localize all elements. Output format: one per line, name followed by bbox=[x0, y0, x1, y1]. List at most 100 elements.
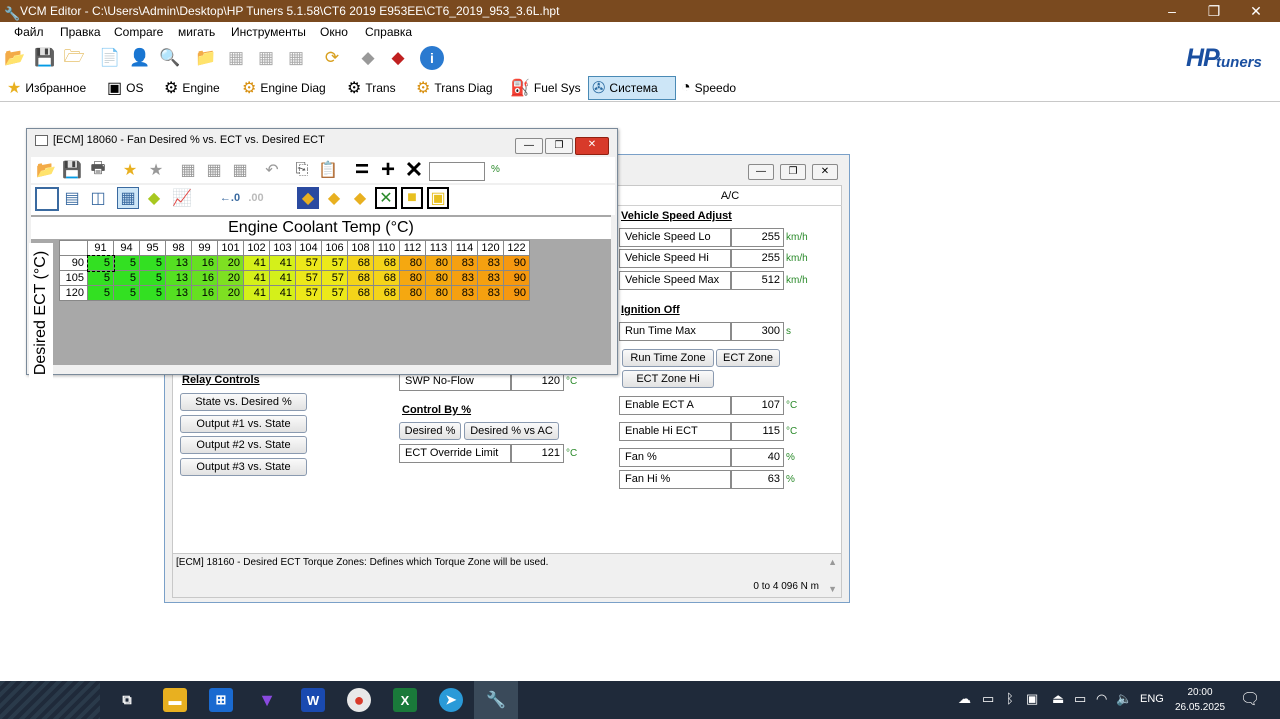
tab-system[interactable]: ✇ Система bbox=[588, 76, 676, 100]
wifi-icon[interactable]: ◠ bbox=[1096, 691, 1107, 707]
graph-icon[interactable]: 📈 bbox=[171, 187, 193, 209]
tab-engine[interactable]: ⚙ Engine bbox=[161, 76, 223, 100]
run-time-max-value[interactable]: 300 bbox=[731, 322, 784, 341]
fan-percent-value[interactable]: 40 bbox=[731, 448, 784, 467]
undo-icon[interactable]: ↶ bbox=[261, 159, 283, 181]
tab-engine-diag[interactable]: ⚙ Engine Diag bbox=[239, 76, 329, 100]
equals-icon[interactable]: = bbox=[351, 156, 373, 183]
table-cell[interactable]: 80 bbox=[399, 255, 426, 271]
table-cell[interactable]: 80 bbox=[425, 285, 452, 301]
run-time-zone-button[interactable]: Run Time Zone bbox=[622, 349, 714, 367]
table-cell[interactable]: 41 bbox=[269, 270, 296, 286]
row-header[interactable]: 90 bbox=[59, 255, 88, 271]
view-vertical-split-icon[interactable]: ◫ bbox=[87, 187, 109, 209]
taskbar-widget[interactable] bbox=[0, 681, 100, 719]
table-cell[interactable]: 83 bbox=[477, 255, 504, 271]
view-single-icon[interactable] bbox=[35, 187, 59, 211]
table-cell[interactable]: 68 bbox=[347, 255, 374, 271]
tab-speedo[interactable]: ◔ Speedo bbox=[678, 76, 739, 100]
file-info-icon[interactable]: 📄 bbox=[98, 46, 122, 70]
table-cell[interactable]: 57 bbox=[295, 270, 322, 286]
output-3-vs-state-button[interactable]: Output #3 vs. State bbox=[180, 458, 307, 476]
save-icon[interactable]: 💾 bbox=[33, 46, 57, 70]
scroll-down-icon[interactable]: ▼ bbox=[828, 584, 837, 594]
desired-percent-vs-ac-button[interactable]: Desired % vs AC bbox=[464, 422, 559, 440]
battery-icon[interactable]: ▭ bbox=[1074, 691, 1086, 707]
table-cell[interactable]: 68 bbox=[347, 270, 374, 286]
table-close-button[interactable]: ✕ bbox=[575, 137, 609, 155]
table-view-icon[interactable]: ▦ bbox=[117, 187, 139, 209]
user-info-icon[interactable]: 👤 bbox=[128, 46, 152, 70]
open-icon[interactable]: 📂 bbox=[35, 159, 57, 181]
store-icon[interactable]: ⊞ bbox=[209, 688, 233, 712]
tab-fuel-sys[interactable]: ⛽ Fuel Sys bbox=[507, 76, 584, 100]
table-cell[interactable]: 5 bbox=[87, 270, 114, 286]
file-search-icon[interactable]: 🔍 bbox=[158, 46, 182, 70]
ect-override-limit-value[interactable]: 121 bbox=[511, 444, 564, 463]
column-header[interactable]: 106 bbox=[321, 240, 348, 256]
tab-trans-diag[interactable]: ⚙ Trans Diag bbox=[413, 76, 496, 100]
bluetooth-icon[interactable]: ᛒ bbox=[1006, 691, 1014, 706]
copy-icon[interactable]: ⎘ bbox=[291, 159, 313, 181]
monitor-icon[interactable]: ▭ bbox=[982, 691, 994, 707]
system-close-button[interactable]: ✕ bbox=[812, 164, 838, 180]
fan-hi-percent-value[interactable]: 63 bbox=[731, 470, 784, 489]
table-cell[interactable]: 57 bbox=[321, 270, 348, 286]
new-folder-icon[interactable]: 📁 bbox=[194, 46, 218, 70]
add-favorite-icon[interactable]: ★ bbox=[119, 159, 141, 181]
refresh-icon[interactable]: ⟳ bbox=[320, 46, 344, 70]
enable-ect-a-value[interactable]: 107 bbox=[731, 396, 784, 415]
table-cell[interactable]: 68 bbox=[347, 285, 374, 301]
table-cell[interactable]: 68 bbox=[373, 255, 400, 271]
output-1-vs-state-button[interactable]: Output #1 vs. State bbox=[180, 415, 307, 433]
column-header[interactable]: 91 bbox=[87, 240, 114, 256]
table-cell[interactable]: 5 bbox=[113, 285, 140, 301]
menu-help[interactable]: Справка bbox=[365, 25, 412, 39]
table-cell[interactable]: 5 bbox=[86, 254, 115, 272]
table-cell[interactable]: 80 bbox=[425, 270, 452, 286]
column-header[interactable]: 113 bbox=[425, 240, 452, 256]
column-header[interactable]: 112 bbox=[399, 240, 426, 256]
system-minimize-button[interactable]: — bbox=[748, 164, 774, 180]
file-explorer-icon[interactable]: ▬ bbox=[163, 688, 187, 712]
grid-icon-2[interactable]: ▦ bbox=[254, 46, 278, 70]
table-grid-icon-3[interactable]: ▦ bbox=[229, 159, 251, 181]
select-all-icon[interactable]: ■ bbox=[401, 187, 423, 209]
save-icon[interactable]: 💾 bbox=[61, 159, 83, 181]
notification-icon[interactable]: 🗨 bbox=[1240, 689, 1260, 709]
grid-icon-3[interactable]: ▦ bbox=[284, 46, 308, 70]
table-cell[interactable]: 57 bbox=[295, 255, 322, 271]
word-icon[interactable]: W bbox=[301, 688, 325, 712]
table-cell[interactable]: 16 bbox=[191, 270, 218, 286]
vpn-icon[interactable]: ▼ bbox=[255, 688, 279, 712]
column-header[interactable]: 104 bbox=[295, 240, 322, 256]
output-2-vs-state-button[interactable]: Output #2 vs. State bbox=[180, 436, 307, 454]
table-cell[interactable]: 5 bbox=[113, 255, 140, 271]
column-header[interactable]: 110 bbox=[373, 240, 400, 256]
table-cell[interactable]: 41 bbox=[269, 285, 296, 301]
table-cell[interactable]: 57 bbox=[321, 255, 348, 271]
table-cell[interactable]: 68 bbox=[373, 285, 400, 301]
plus-icon[interactable]: + bbox=[377, 156, 399, 183]
menu-file[interactable]: Файл bbox=[14, 25, 44, 39]
remove-favorite-icon[interactable]: ★ bbox=[145, 159, 167, 181]
volume-icon[interactable]: 🔈 bbox=[1116, 691, 1132, 707]
restore-button[interactable]: ❐ bbox=[1194, 0, 1234, 22]
flash-write-icon[interactable]: ◆ bbox=[386, 46, 410, 70]
clock[interactable]: 20:00 26.05.2025 bbox=[1172, 685, 1228, 715]
table-grid-icon[interactable]: ▦ bbox=[177, 159, 199, 181]
column-header[interactable]: 108 bbox=[347, 240, 374, 256]
vcm-editor-taskbar-button[interactable]: 🔧 bbox=[474, 681, 518, 719]
table-cell[interactable]: 20 bbox=[217, 285, 244, 301]
task-view-icon[interactable]: ⧉ bbox=[115, 688, 139, 712]
usb-icon[interactable]: ⏏ bbox=[1052, 691, 1064, 707]
table-cell[interactable]: 80 bbox=[425, 255, 452, 271]
operation-value-input[interactable] bbox=[429, 162, 485, 181]
tab-os[interactable]: ▣ OS bbox=[104, 76, 146, 100]
desired-percent-button[interactable]: Desired % bbox=[399, 422, 461, 440]
close-button[interactable]: ✕ bbox=[1236, 0, 1276, 22]
color-diamond-icon[interactable]: ◆ bbox=[143, 187, 165, 209]
paste-icon[interactable]: 📋 bbox=[317, 159, 339, 181]
table-cell[interactable]: 41 bbox=[243, 270, 270, 286]
print-icon[interactable]: 🖶 bbox=[87, 159, 109, 181]
